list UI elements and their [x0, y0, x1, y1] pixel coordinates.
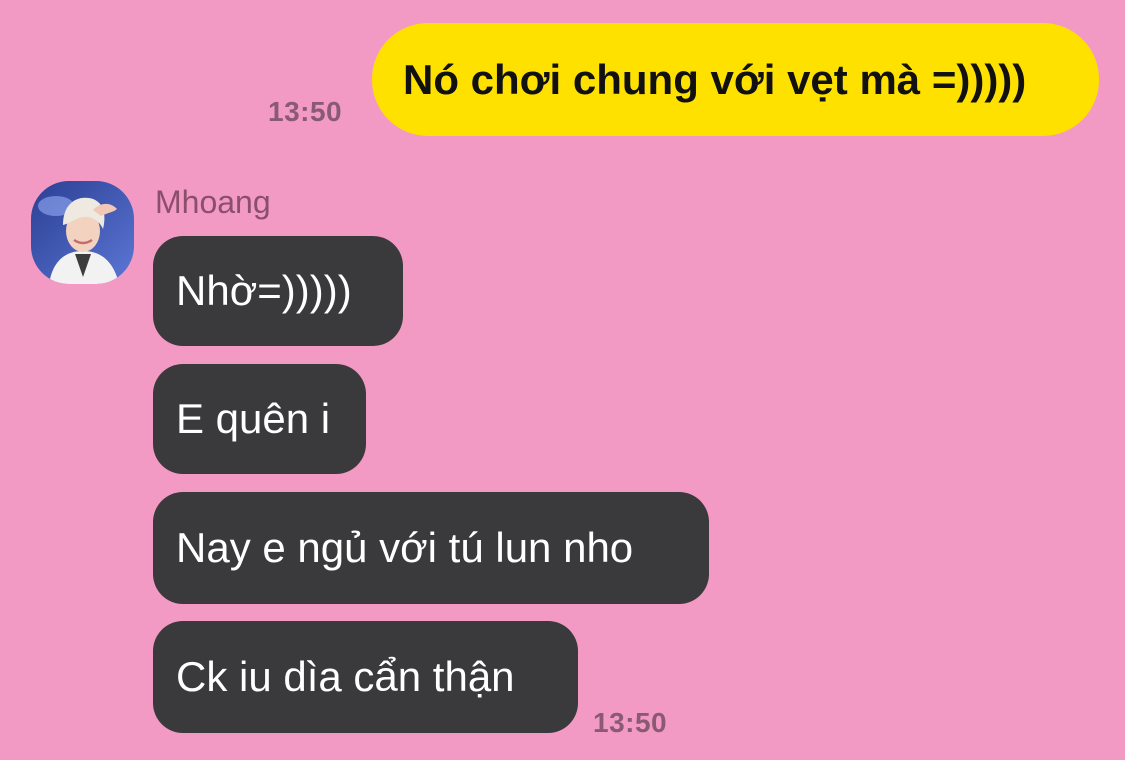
incoming-message-text: Nay e ngủ với tú lun nho [176, 524, 634, 571]
outgoing-message-text: Nó chơi chung với vẹt mà =))))) [403, 55, 1027, 103]
incoming-message-bubble[interactable]: E quên i [153, 364, 366, 474]
incoming-message-bubble[interactable]: Nhờ=))))) [153, 236, 403, 346]
incoming-timestamp: 13:50 [593, 707, 668, 738]
sender-name: Mhoang [155, 184, 271, 220]
incoming-message-text: Nhờ=))))) [176, 267, 352, 314]
chat-view: 13:50 Nó chơi chung với vẹt mà =))))) Mh… [0, 0, 1125, 760]
incoming-message-text: E quên i [176, 395, 331, 442]
incoming-message-bubble[interactable]: Nay e ngủ với tú lun nho [153, 492, 709, 604]
outgoing-message-bubble[interactable]: Nó chơi chung với vẹt mà =))))) [372, 23, 1099, 136]
incoming-message-bubble[interactable]: Ck iu dìa cẩn thận [153, 621, 578, 733]
outgoing-timestamp: 13:50 [268, 96, 343, 127]
sender-avatar[interactable] [31, 181, 134, 284]
avatar-photo-icon [31, 181, 134, 284]
incoming-message-text: Ck iu dìa cẩn thận [176, 653, 515, 700]
